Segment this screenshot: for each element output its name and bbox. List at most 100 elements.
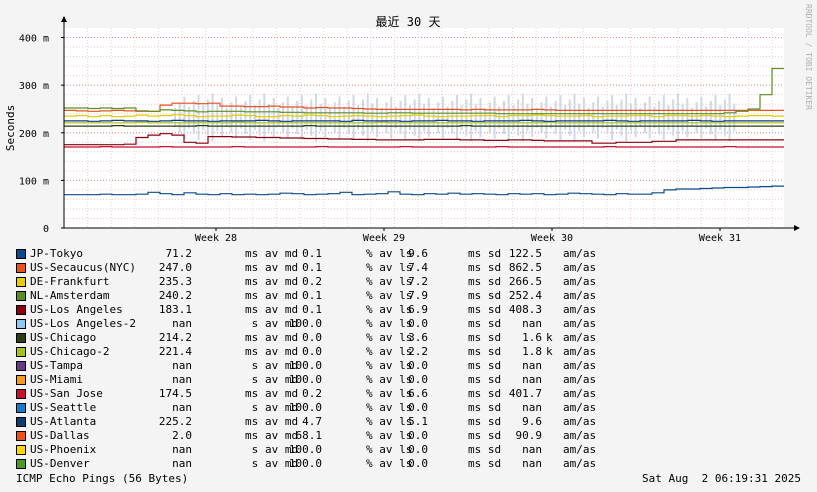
legend-avg-unit: ms — [245, 331, 259, 344]
smoke-segment — [390, 96, 393, 139]
legend-swatch — [16, 375, 26, 385]
legend-swatch — [16, 277, 26, 287]
smoke-segment — [366, 93, 369, 142]
legend-loss: 100.0 — [288, 373, 322, 386]
legend-swatch — [16, 445, 26, 455]
legend-swatch — [16, 417, 26, 427]
legend-sd-label: ms sd — [468, 247, 502, 260]
legend-name: US-Tampa — [30, 359, 83, 372]
legend-swatch — [16, 361, 26, 371]
smoke-segment — [517, 99, 520, 136]
legend-avg-unit: s — [245, 359, 259, 372]
legend-avg: nan — [172, 457, 192, 470]
smoke-segment — [263, 93, 266, 142]
y-axis-label: Seconds — [4, 105, 17, 151]
x-tick-label: Week 29 — [363, 233, 405, 244]
legend-sd-label: ms sd — [468, 289, 502, 302]
legend-amas-label: am/as — [563, 401, 597, 414]
legend-loss-label: % av ls — [366, 261, 413, 274]
legend-sd: 7.4 — [408, 261, 428, 274]
smoke-segment — [192, 100, 195, 135]
legend-row: US-Phoenix nan s av md 100.0% av ls 0.0 ms sd… — [16, 443, 656, 457]
smoke-segment — [465, 99, 468, 136]
smoke-segment — [545, 96, 548, 139]
smoke-segment — [648, 96, 651, 139]
smoke-segment — [441, 96, 444, 139]
smoke-segment — [296, 100, 299, 135]
legend-avg-unit: ms — [245, 387, 259, 400]
legend-amas-label: am/as — [563, 387, 597, 400]
legend-loss-label: % av ls — [366, 373, 413, 386]
legend-avg-label: av md — [265, 275, 299, 288]
smoke-segment — [197, 95, 200, 140]
legend-avg: 225.2 — [158, 415, 192, 428]
smoke-segment — [404, 95, 407, 140]
smoke-segment — [418, 93, 421, 142]
y-tick-label: 0 — [43, 224, 49, 235]
smoke-segment — [239, 106, 242, 129]
legend-loss: 0.0 — [302, 345, 322, 358]
legend-avg-unit: ms — [245, 345, 259, 358]
smoke-segment — [310, 99, 313, 136]
y-tick-label: 300 m — [19, 81, 49, 92]
legend-row: US-Chicago 214.2 ms av md 0.0 % av ls 3.6 ms sd… — [16, 331, 656, 345]
smoke-segment — [540, 102, 543, 133]
legend-sd: 7.2 — [408, 275, 428, 288]
legend-loss: 0.1 — [302, 289, 322, 302]
legend-loss-label: % av ls — [366, 247, 413, 260]
legend-amas-label: am/as — [563, 345, 597, 358]
legend-sd-label: ms sd — [468, 401, 502, 414]
legend-amas-unit: k — [546, 331, 553, 344]
legend-avg-label: av md — [265, 261, 299, 274]
legend-sd-label: ms sd — [468, 317, 502, 330]
legend-swatch — [16, 263, 26, 273]
legend-swatch — [16, 459, 26, 469]
legend-amas-label: am/as — [563, 317, 597, 330]
x-tick-label: Week 30 — [531, 233, 573, 244]
legend-sd: 3.6 — [408, 331, 428, 344]
legend-sd: 9.6 — [408, 247, 428, 260]
smoke-segment — [629, 103, 632, 132]
legend-amas: 9.6 — [522, 415, 542, 428]
legend-amas: 862.5 — [508, 261, 542, 274]
legend-loss: 68.1 — [295, 429, 323, 442]
legend-sd-label: ms sd — [468, 443, 502, 456]
legend-amas: 90.9 — [515, 429, 543, 442]
smoke-segment — [188, 106, 191, 129]
legend-sd-label: ms sd — [468, 261, 502, 274]
smoke-segment — [451, 100, 454, 135]
legend-avg-label: av md — [265, 345, 299, 358]
legend-sd: 0.0 — [408, 373, 428, 386]
legend-avg-unit: s — [245, 401, 259, 414]
legend-avg-label: av md — [265, 331, 299, 344]
legend-avg: 221.4 — [158, 345, 192, 358]
legend-name: US-Dallas — [30, 429, 90, 442]
legend-avg-unit: ms — [245, 415, 259, 428]
legend-amas: nan — [522, 457, 542, 470]
legend-name: US-Phoenix — [30, 443, 97, 456]
legend-row: US-Seattle nan s av md 100.0% av ls 0.0 ms sd… — [16, 401, 656, 415]
smoke-segment — [427, 98, 430, 138]
legend-amas: 1.6 — [522, 331, 542, 344]
smoke-segment — [352, 95, 355, 140]
legend-amas: 401.7 — [508, 387, 542, 400]
smoke-segment — [582, 98, 585, 138]
smoke-segment — [333, 102, 336, 133]
smoke-segment — [695, 102, 698, 133]
legend-swatch — [16, 389, 26, 399]
smoke-segment — [493, 96, 496, 139]
smoke-segment — [371, 103, 374, 132]
legend-loss: 0.2 — [302, 275, 322, 288]
legend-amas: 122.5 — [508, 247, 542, 260]
smoke-segment — [216, 103, 219, 132]
legend-sd: 0.0 — [408, 443, 428, 456]
smoke-segment — [554, 100, 557, 135]
smoke-segment — [709, 100, 712, 135]
legend-swatch — [16, 403, 26, 413]
legend-avg: 2.0 — [172, 429, 192, 442]
legend-amas-label: am/as — [563, 373, 597, 386]
legend-amas: nan — [522, 373, 542, 386]
legend-swatch — [16, 431, 26, 441]
legend-loss-label: % av ls — [366, 359, 413, 372]
smoke-segment — [606, 100, 609, 135]
